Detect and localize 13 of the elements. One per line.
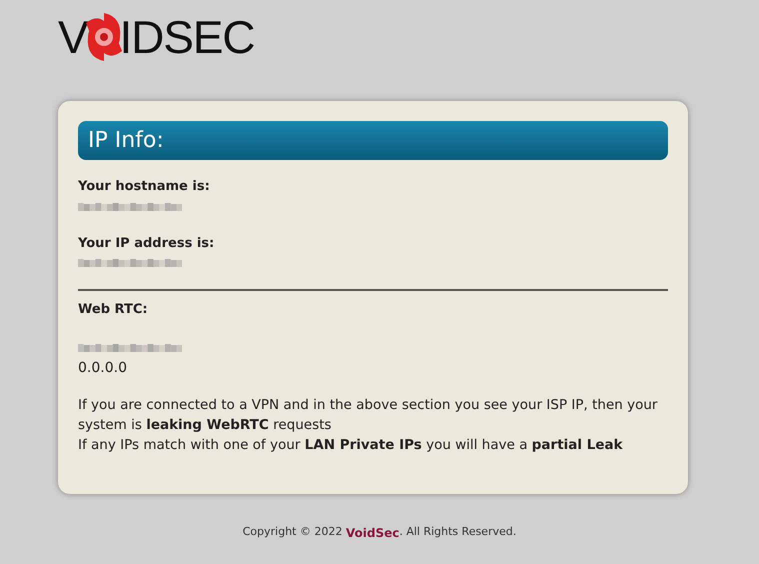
section-label: Web RTC: <box>78 301 149 319</box>
blurred-text-icon <box>78 202 182 212</box>
ip-value: 0.0.0.0 <box>78 358 128 378</box>
logo[interactable]: V IDSEC <box>58 9 254 65</box>
rights-text: . All Rights Reserved. <box>399 524 516 540</box>
card-title: IP Info: <box>78 121 668 160</box>
field-label: Your IP address is: <box>78 234 216 252</box>
blurred-text-icon <box>78 342 182 352</box>
copyright-text: Copyright © 2022 <box>242 524 344 540</box>
field-label: Your hostname is: <box>78 178 211 196</box>
site-link[interactable]: VoidSec <box>346 524 400 542</box>
note-text: If any IPs match with one of your LAN Private IPs you will have a partial Leak <box>78 436 624 454</box>
blurred-text-icon <box>78 258 182 268</box>
